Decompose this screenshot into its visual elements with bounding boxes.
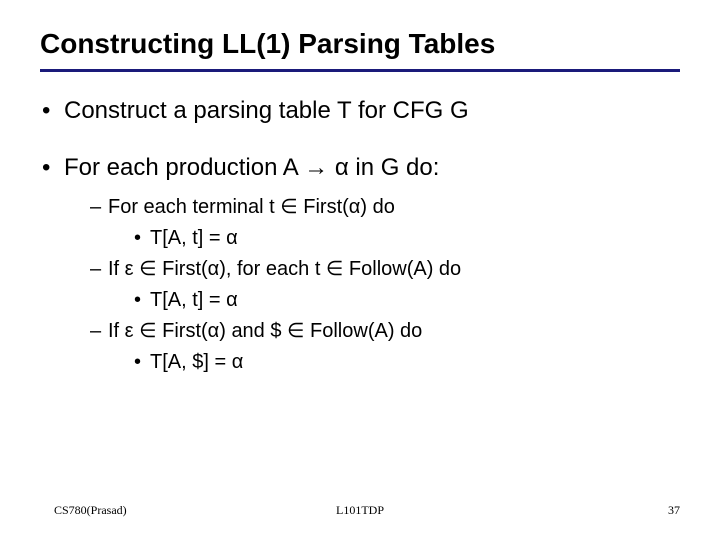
footer-lecture-code: L101TDP [0,503,720,518]
title-underline [40,69,680,72]
sub-text: If ε ∈ First(α) and $ ∈ Follow(A) do [108,320,422,342]
bullet-text: For each production A → α in G do: [64,154,439,181]
slide-title: Constructing LL(1) Parsing Tables [40,26,680,61]
bullet-list: Construct a parsing table T for CFG G Fo… [40,94,680,378]
sub-epsilon-dollar: If ε ∈ First(α) and $ ∈ Follow(A) do T[A… [90,316,680,378]
sub-list: For each terminal t ∈ First(α) do T[A, t… [90,192,680,378]
sub-sub-list: T[A, $] = α [134,347,680,378]
slide: Constructing LL(1) Parsing Tables Constr… [0,0,720,540]
sub-sub-list: T[A, t] = α [134,285,680,316]
footer-page-number: 37 [668,503,680,518]
bullet-construct-table: Construct a parsing table T for CFG G [40,94,680,129]
sub-sub-list: T[A, t] = α [134,223,680,254]
sub-epsilon-follow: If ε ∈ First(α), for each t ∈ Follow(A) … [90,254,680,316]
assign-dollar: T[A, $] = α [134,347,680,378]
assign-follow: T[A, t] = α [134,285,680,316]
sub-first-terminal: For each terminal t ∈ First(α) do T[A, t… [90,192,680,254]
sub-text: If ε ∈ First(α), for each t ∈ Follow(A) … [108,258,461,280]
assign-first: T[A, t] = α [134,223,680,254]
sub-text: For each terminal t ∈ First(α) do [108,196,395,218]
bullet-for-each-production: For each production A → α in G do: For e… [40,151,680,378]
